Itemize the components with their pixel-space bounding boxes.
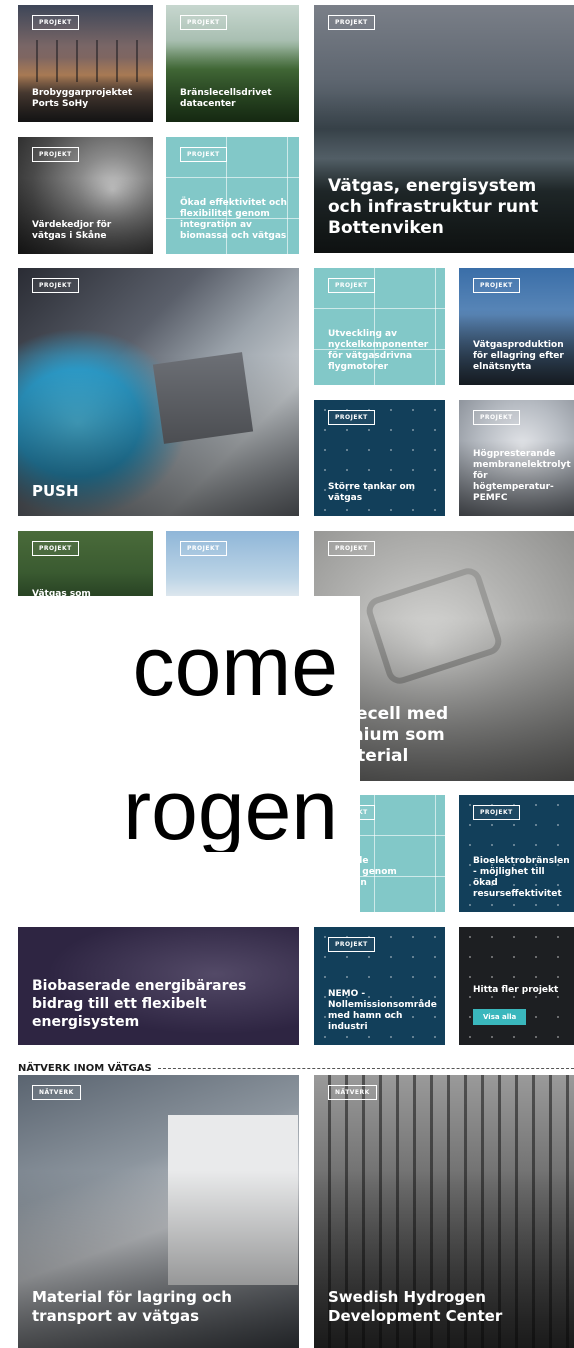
project-card-flygmotorer[interactable]: PROJEKT Utveckling av nyckelkomponenter … <box>314 268 445 385</box>
project-title: Större tankar om vätgas <box>328 482 416 503</box>
project-title: Ökad effektivitet och flexibilitet genom… <box>180 198 287 241</box>
project-title: nslecell med minium som material <box>328 704 449 766</box>
project-title: Värdekedjor för vätgas i Skåne <box>32 220 112 241</box>
section-divider <box>157 1068 574 1069</box>
overlay-text-line-1: come <box>132 624 338 708</box>
project-badge: PROJEKT <box>32 15 79 30</box>
overlay-text-line-2: rogen <box>123 768 338 852</box>
text-overlay-panel: come rogen <box>0 596 360 916</box>
project-badge: PROJEKT <box>328 937 375 952</box>
section-title: NÄTVERK INOM VÄTGAS <box>18 1063 152 1074</box>
project-card-biomassa[interactable]: PROJEKT Ökad effektivitet och flexibilit… <box>166 137 299 254</box>
find-more-title: Hitta fler projekt <box>473 985 559 995</box>
project-badge: PROJEKT <box>328 410 375 425</box>
find-more-projects-card: Hitta fler projekt Visa alla <box>459 927 574 1045</box>
project-card-datacenter[interactable]: PROJEKT Bränslecellsdrivet datacenter <box>166 5 299 122</box>
project-title: Brobyggarprojektet Ports SoHy <box>32 88 133 109</box>
network-title: Swedish Hydrogen Development Center <box>328 1288 503 1325</box>
network-card-hydrogen-center[interactable]: NÄTVERK Swedish Hydrogen Development Cen… <box>314 1075 574 1348</box>
project-badge: PROJEKT <box>32 278 79 293</box>
network-badge: NÄTVERK <box>328 1085 377 1100</box>
project-badge: PROJEKT <box>328 15 375 30</box>
project-title: Bränslecellsdrivet datacenter <box>180 88 272 109</box>
project-title: Högpresterande membranelektrolyt för hög… <box>473 449 571 503</box>
project-title: Vätgasproduktion för ellagring efter eln… <box>473 340 564 372</box>
project-card-ellagring[interactable]: PROJEKT Vätgasproduktion för ellagring e… <box>459 268 574 385</box>
project-card-biobaserade[interactable]: Biobaserade energibärares bidrag till et… <box>18 927 299 1045</box>
project-title: Utveckling av nyckelkomponenter för vätg… <box>328 329 429 372</box>
project-card-bottenviken[interactable]: PROJEKT Vätgas, energisystem och infrast… <box>314 5 574 253</box>
project-title: Biobaserade energibärares bidrag till et… <box>32 978 247 1030</box>
project-badge: PROJEKT <box>473 410 520 425</box>
project-card-pemfc[interactable]: PROJEKT Högpresterande membranelektrolyt… <box>459 400 574 516</box>
project-title: Vätgas, energisystem och infrastruktur r… <box>328 176 539 238</box>
project-card-bioelektrobranslen[interactable]: PROJEKT Bioelektrobränslen - möjlighet t… <box>459 795 574 912</box>
project-badge: PROJEKT <box>180 15 227 30</box>
project-title: Bioelektrobränslen - möjlighet till ökad… <box>473 856 570 899</box>
project-badge: PROJEKT <box>180 541 227 556</box>
network-badge: NÄTVERK <box>32 1085 81 1100</box>
project-card-skane[interactable]: PROJEKT Värdekedjor för vätgas i Skåne <box>18 137 153 254</box>
project-title: NEMO - Nollemissionsområde med hamn och … <box>328 989 437 1032</box>
project-badge: PROJEKT <box>32 541 79 556</box>
section-heading: NÄTVERK INOM VÄTGAS <box>18 1063 574 1074</box>
project-badge: PROJEKT <box>32 147 79 162</box>
network-title: Material för lagring och transport av vä… <box>32 1288 232 1325</box>
project-card-ports-sohy[interactable]: PROJEKT Brobyggarprojektet Ports SoHy <box>18 5 153 122</box>
view-all-button[interactable]: Visa alla <box>473 1009 527 1025</box>
project-card-push[interactable]: PROJEKT PUSH <box>18 268 299 516</box>
project-title: PUSH <box>32 482 79 500</box>
project-badge: PROJEKT <box>328 278 375 293</box>
project-card-nemo[interactable]: PROJEKT NEMO - Nollemissionsområde med h… <box>314 927 445 1045</box>
project-card-storre-tankar[interactable]: PROJEKT Större tankar om vätgas <box>314 400 445 516</box>
project-badge: PROJEKT <box>473 805 520 820</box>
project-badge: PROJEKT <box>328 541 375 556</box>
project-badge: PROJEKT <box>473 278 520 293</box>
project-badge: PROJEKT <box>180 147 227 162</box>
network-card-material[interactable]: NÄTVERK Material för lagring och transpo… <box>18 1075 299 1348</box>
